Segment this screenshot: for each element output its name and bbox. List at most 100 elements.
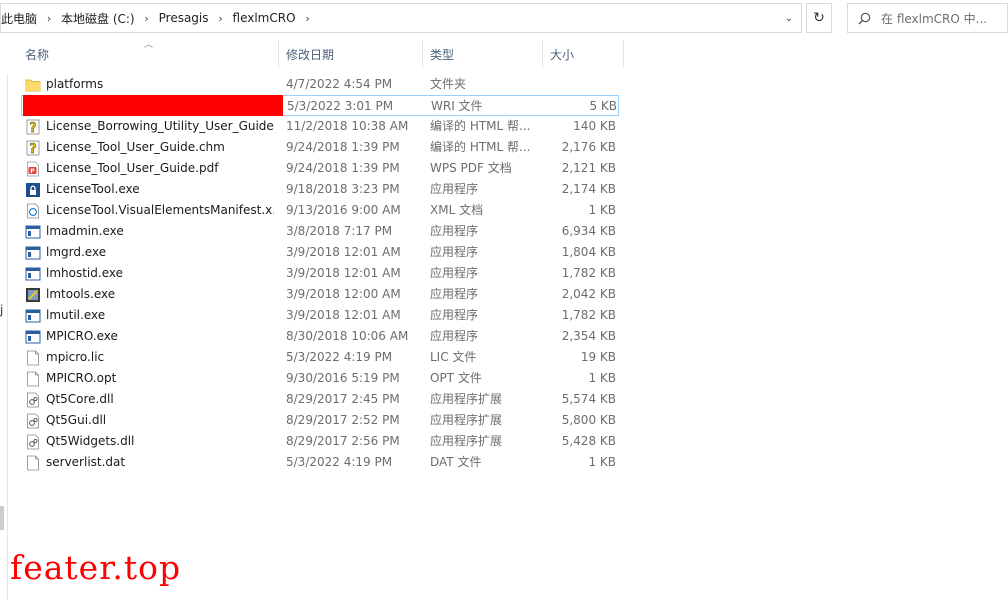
- file-row[interactable]: serverlist.dat 5/3/2022 4:19 PM DAT 文件 1 KB: [21, 452, 619, 473]
- file-row[interactable]: 5/3/2022 3:01 PM WRI 文件 5 KB: [21, 95, 619, 116]
- breadcrumb-presagis[interactable]: Presagis: [155, 4, 213, 32]
- file-row[interactable]: mpicro.lic 5/3/2022 4:19 PM LIC 文件 19 KB: [21, 347, 619, 368]
- help-file-icon: ?: [25, 137, 41, 158]
- file-type: 应用程序扩展: [430, 392, 503, 406]
- file-size: 2,354 KB: [561, 329, 616, 343]
- file-row[interactable]: platforms 4/7/2022 4:54 PM 文件夹: [21, 74, 619, 95]
- file-name[interactable]: MPICRO.opt: [46, 368, 274, 389]
- file-name[interactable]: LicenseTool.exe: [46, 179, 274, 200]
- file-row[interactable]: lmtools.exe 3/9/2018 12:00 AM 应用程序 2,042 KB: [21, 284, 619, 305]
- file-modified-date: 8/29/2017 2:56 PM: [286, 434, 400, 448]
- file-modified-date: 5/3/2022 4:19 PM: [286, 455, 393, 469]
- file-modified-date: 8/29/2017 2:45 PM: [286, 392, 400, 406]
- file-name[interactable]: Qt5Core.dll: [46, 389, 274, 410]
- file-size: 1 KB: [588, 203, 616, 217]
- file-modified-date: 8/29/2017 2:52 PM: [286, 413, 400, 427]
- column-header-name[interactable]: 名称: [0, 40, 279, 68]
- column-header-date[interactable]: 修改日期: [280, 40, 423, 68]
- svg-text:?: ?: [29, 142, 37, 156]
- file-row[interactable]: lmhostid.exe 3/9/2018 12:01 AM 应用程序 1,782 K…: [21, 263, 619, 284]
- file-type: 编译的 HTML 帮...: [430, 140, 531, 154]
- file-type: 应用程序: [430, 287, 479, 301]
- redaction-block: [23, 95, 283, 116]
- file-row[interactable]: ? License_Tool_User_Guide.chm 9/24/2018 1:…: [21, 137, 619, 158]
- file-name[interactable]: Qt5Gui.dll: [46, 410, 274, 431]
- refresh-button[interactable]: ↻: [806, 3, 832, 33]
- column-header-date-label: 修改日期: [286, 47, 335, 62]
- file-size: 2,121 KB: [561, 161, 616, 175]
- file-row[interactable]: MPICRO.opt 9/30/2016 5:19 PM OPT 文件 1 KB: [21, 368, 619, 389]
- exe-icon: [25, 326, 41, 347]
- file-name[interactable]: lmadmin.exe: [46, 221, 274, 242]
- file-row[interactable]: Qt5Core.dll 8/29/2017 2:45 PM 应用程序扩展 5,574 …: [21, 389, 619, 410]
- exe-icon: [25, 242, 41, 263]
- column-header-type-label: 类型: [430, 47, 455, 62]
- file-modified-date: 3/9/2018 12:00 AM: [286, 287, 401, 301]
- file-name[interactable]: mpicro.lic: [46, 347, 274, 368]
- file-name[interactable]: License_Tool_User_Guide.pdf: [46, 158, 274, 179]
- help-file-icon: ?: [25, 116, 41, 137]
- chevron-right-icon[interactable]: ›: [300, 4, 316, 32]
- search-box[interactable]: 在 flexlmCRO 中...: [847, 3, 1008, 33]
- file-name[interactable]: License_Tool_User_Guide.chm: [46, 137, 274, 158]
- generic-file-icon: [25, 452, 41, 473]
- file-row[interactable]: lmgrd.exe 3/9/2018 12:01 AM 应用程序 1,804 KB: [21, 242, 619, 263]
- dll-icon: [25, 410, 41, 431]
- file-modified-date: 11/2/2018 10:38 AM: [286, 119, 409, 133]
- file-name[interactable]: serverlist.dat: [46, 452, 274, 473]
- file-row[interactable]: P License_Tool_User_Guide.pdf 9/24/2018 1:…: [21, 158, 619, 179]
- file-size: 140 KB: [573, 119, 616, 133]
- navigation-scrollbar-thumb[interactable]: [0, 506, 4, 530]
- column-header-name-label: 名称: [25, 47, 50, 62]
- file-modified-date: 9/18/2018 3:23 PM: [286, 182, 400, 196]
- breadcrumb-this-pc[interactable]: 此电脑: [1, 4, 41, 32]
- navigation-pane[interactable]: j: [0, 74, 8, 600]
- file-name[interactable]: lmutil.exe: [46, 305, 274, 326]
- file-size: 1 KB: [588, 371, 616, 385]
- file-size: 5 KB: [589, 99, 617, 113]
- file-size: 2,176 KB: [561, 140, 616, 154]
- sort-up-icon: ︿: [144, 40, 154, 50]
- file-name[interactable]: lmgrd.exe: [46, 242, 274, 263]
- file-name[interactable]: lmhostid.exe: [46, 263, 274, 284]
- file-name[interactable]: lmtools.exe: [46, 284, 274, 305]
- file-name[interactable]: License_Borrowing_Utility_User_Guide...: [46, 116, 274, 137]
- chevron-right-icon[interactable]: ›: [213, 4, 229, 32]
- file-name[interactable]: platforms: [46, 74, 274, 95]
- file-name[interactable]: Qt5Widgets.dll: [46, 431, 274, 452]
- chevron-down-icon[interactable]: ⌄: [777, 4, 801, 32]
- file-row[interactable]: ? License_Borrowing_Utility_User_Guide...…: [21, 116, 619, 137]
- file-row[interactable]: lmadmin.exe 3/8/2018 7:17 PM 应用程序 6,934 KB: [21, 221, 619, 242]
- column-header-type[interactable]: 类型: [424, 40, 543, 68]
- file-modified-date: 4/7/2022 4:54 PM: [286, 77, 393, 91]
- file-name[interactable]: MPICRO.exe: [46, 326, 274, 347]
- file-modified-date: 3/8/2018 7:17 PM: [286, 224, 393, 238]
- file-modified-date: 3/9/2018 12:01 AM: [286, 245, 401, 259]
- file-row[interactable]: Qt5Gui.dll 8/29/2017 2:52 PM 应用程序扩展 5,800 K…: [21, 410, 619, 431]
- file-size: 1,782 KB: [561, 308, 616, 322]
- file-row[interactable]: Qt5Widgets.dll 8/29/2017 2:56 PM 应用程序扩展 5,4…: [21, 431, 619, 452]
- search-placeholder: 在 flexlmCRO 中...: [881, 11, 988, 26]
- file-row[interactable]: lmutil.exe 3/9/2018 12:01 AM 应用程序 1,782 KB: [21, 305, 619, 326]
- generic-file-icon: [25, 368, 41, 389]
- file-row[interactable]: LicenseTool.exe 9/18/2018 3:23 PM 应用程序 2,17…: [21, 179, 619, 200]
- file-name[interactable]: LicenseTool.VisualElementsManifest.x...: [46, 200, 274, 221]
- file-row[interactable]: LicenseTool.VisualElementsManifest.x... 9…: [21, 200, 619, 221]
- svg-text:P: P: [30, 168, 35, 175]
- breadcrumb-local-disk[interactable]: 本地磁盘 (C:): [57, 4, 139, 32]
- refresh-icon: ↻: [813, 10, 825, 26]
- breadcrumb-flexlmcro[interactable]: flexlmCRO: [229, 4, 300, 32]
- chevron-right-icon[interactable]: ›: [139, 4, 155, 32]
- file-size: 2,042 KB: [561, 287, 616, 301]
- exe-icon: [25, 305, 41, 326]
- file-modified-date: 9/24/2018 1:39 PM: [286, 161, 400, 175]
- file-size: 19 KB: [580, 350, 616, 364]
- chevron-right-icon[interactable]: ›: [41, 4, 57, 32]
- file-row[interactable]: MPICRO.exe 8/30/2018 10:06 AM 应用程序 2,354 KB: [21, 326, 619, 347]
- file-modified-date: 9/13/2016 9:00 AM: [286, 203, 401, 217]
- address-bar[interactable]: 此电脑 › 本地磁盘 (C:) › Presagis › flexlmCRO ›…: [0, 3, 802, 33]
- column-header-size[interactable]: 大小: [544, 40, 624, 68]
- file-type: DAT 文件: [430, 455, 482, 469]
- file-modified-date: 9/24/2018 1:39 PM: [286, 140, 400, 154]
- file-type: 应用程序扩展: [430, 434, 503, 448]
